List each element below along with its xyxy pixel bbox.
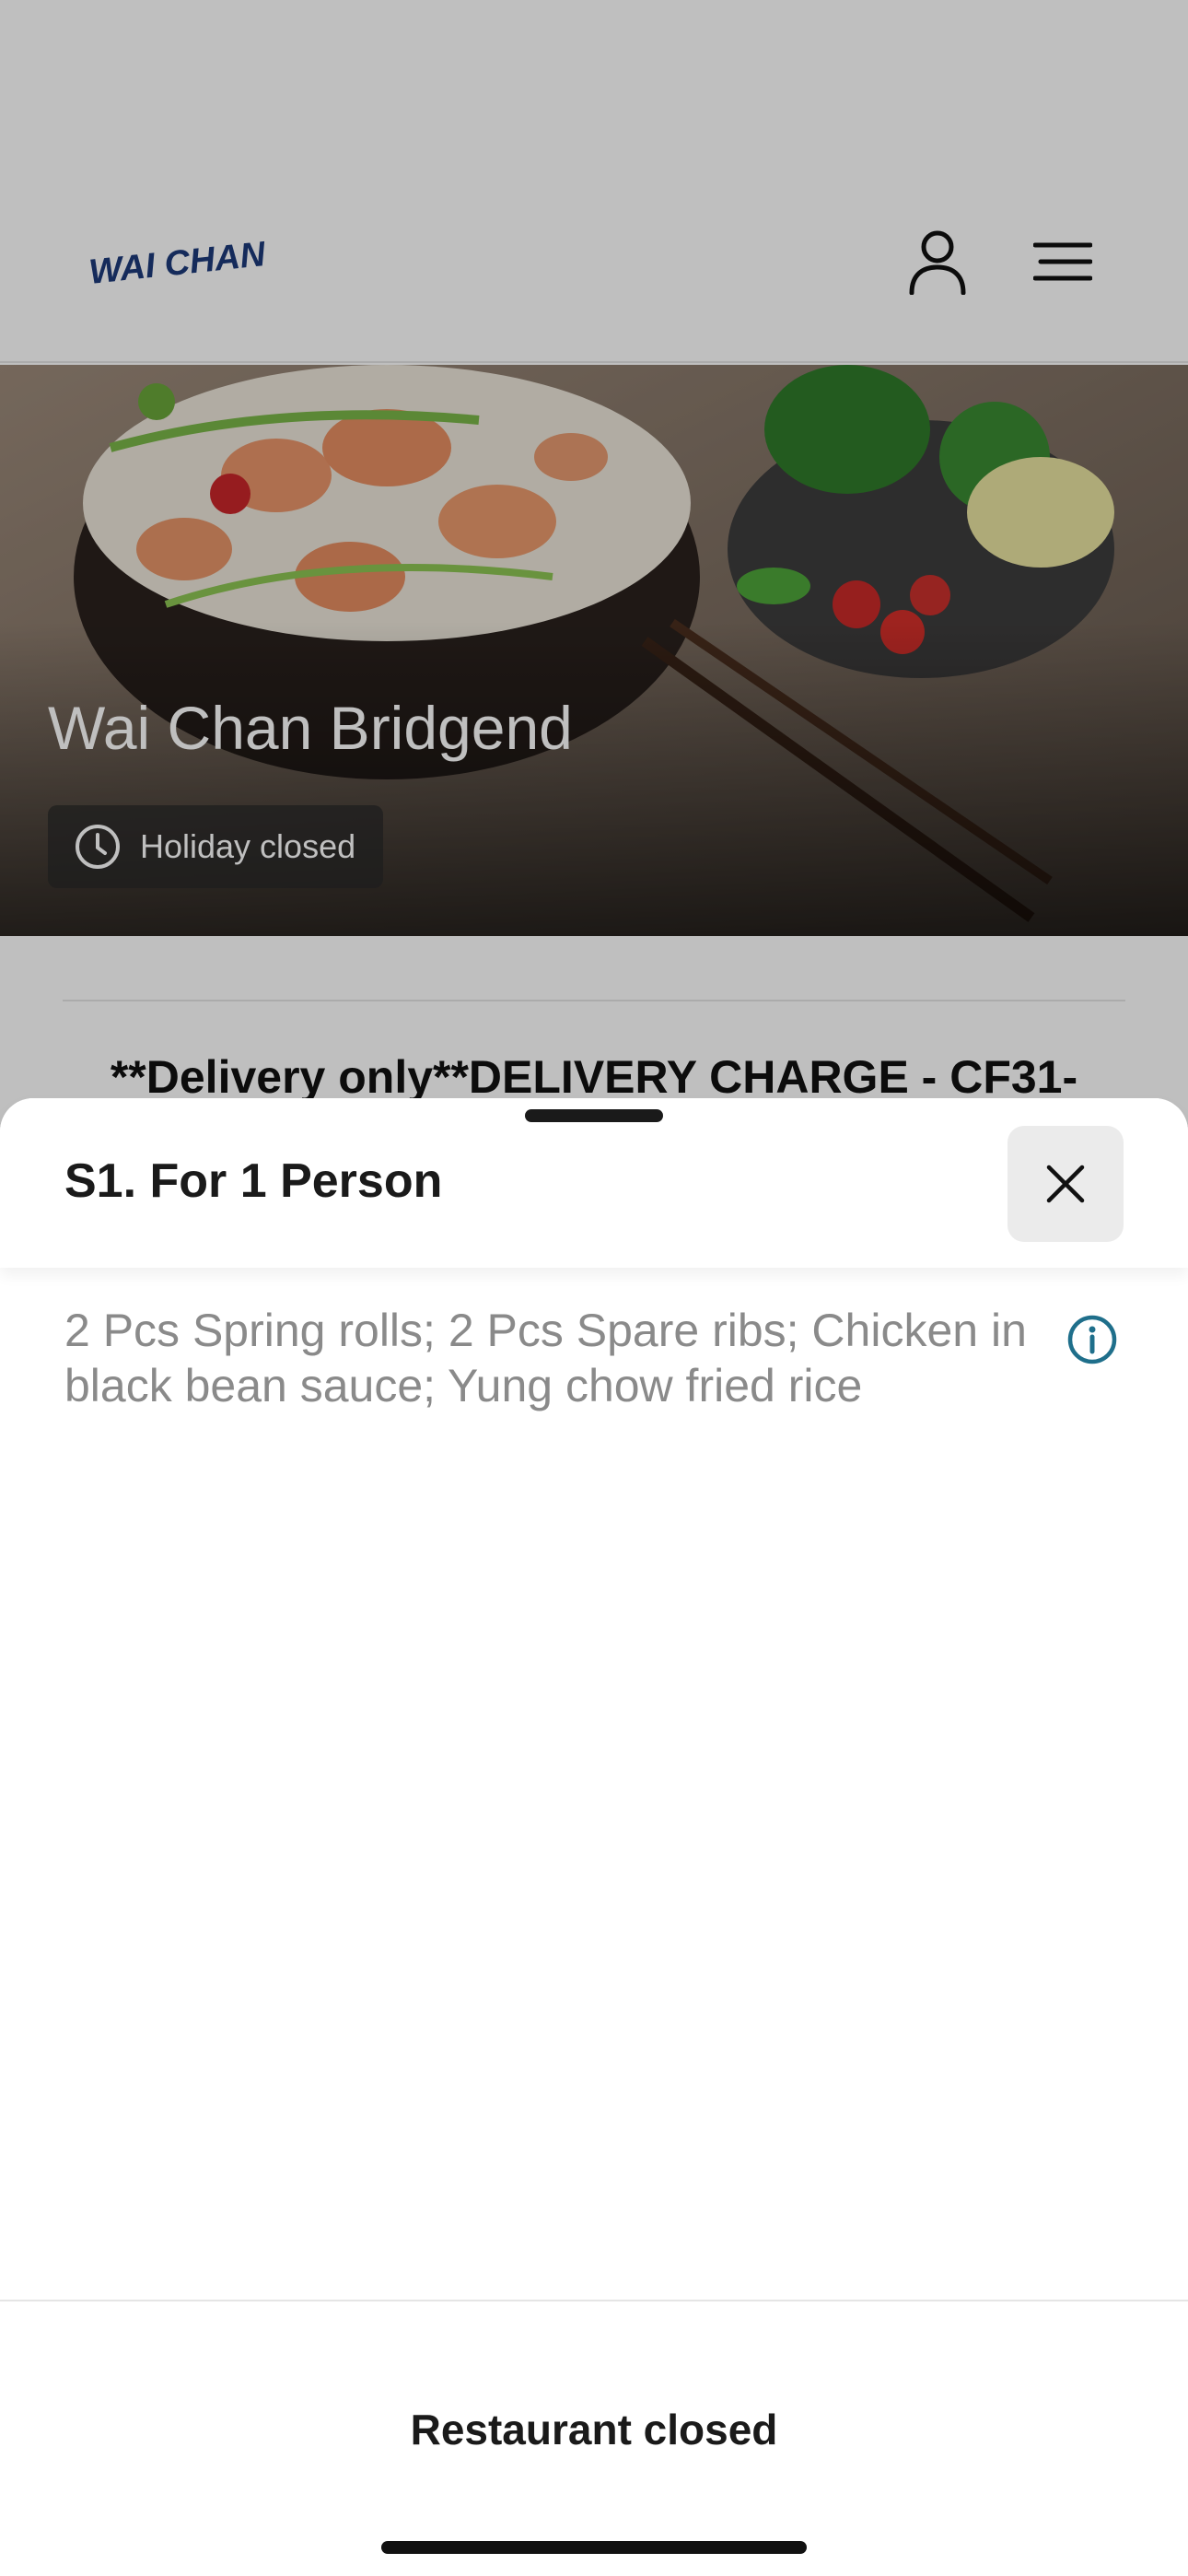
footer-divider — [0, 2300, 1188, 2301]
item-description: 2 Pcs Spring rolls; 2 Pcs Spare ribs; Ch… — [64, 1305, 1027, 1411]
info-icon[interactable] — [1066, 1314, 1118, 1365]
close-icon — [1046, 1165, 1085, 1203]
home-indicator — [381, 2541, 807, 2554]
close-button[interactable] — [1007, 1126, 1124, 1242]
sheet-drag-handle[interactable] — [525, 1109, 663, 1122]
item-title: S1. For 1 Person — [64, 1154, 443, 1208]
restaurant-closed-button[interactable]: Restaurant closed — [0, 2405, 1188, 2454]
